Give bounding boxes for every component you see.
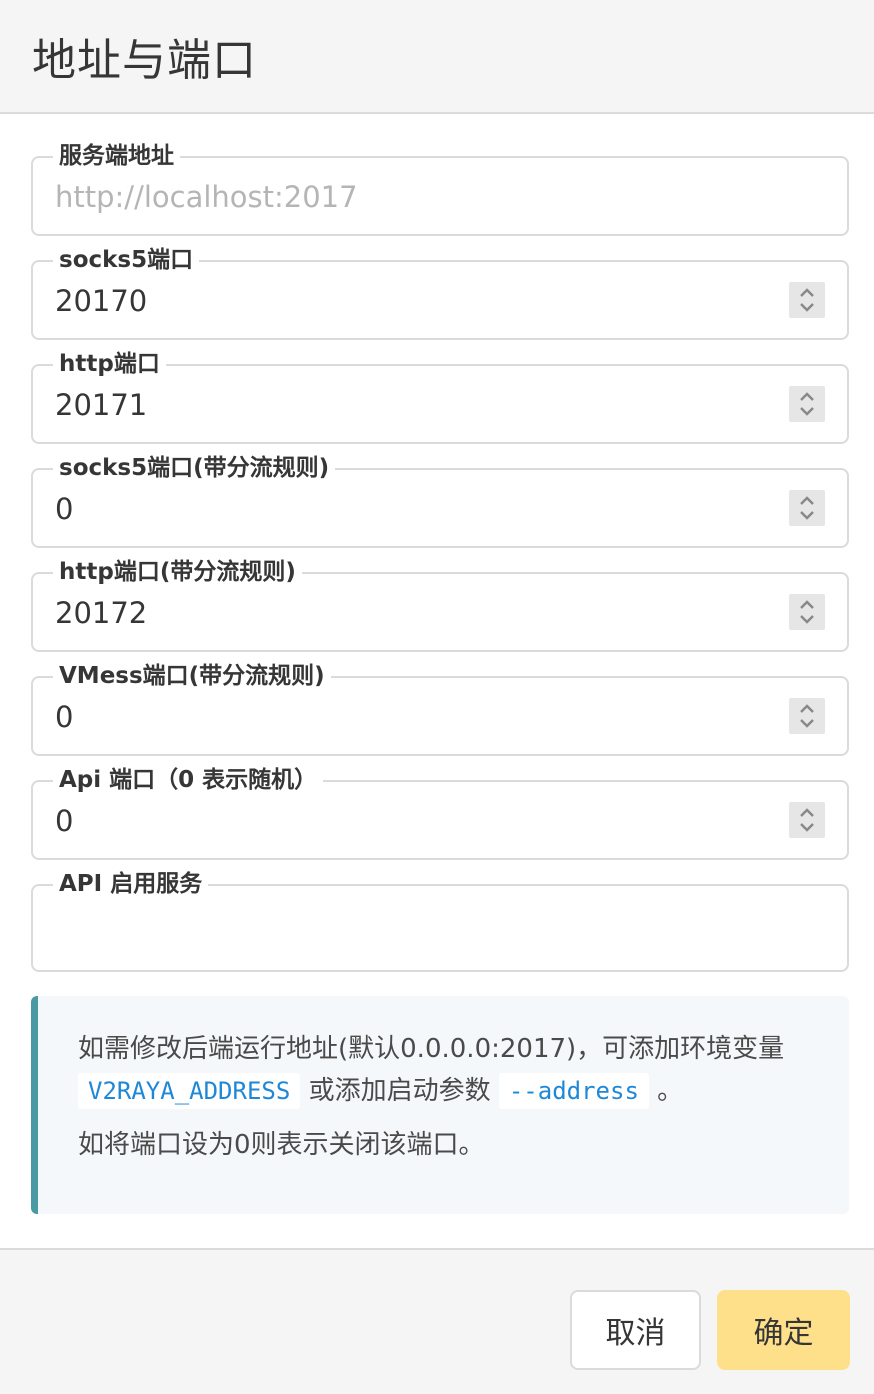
notice-paragraph-1: 如需修改后端运行地址(默认0.0.0.0:2017)，可添加环境变量 V2RAY… xyxy=(78,1028,819,1112)
chevron-up-down-icon[interactable] xyxy=(789,282,825,318)
info-notice: 如需修改后端运行地址(默认0.0.0.0:2017)，可添加环境变量 V2RAY… xyxy=(31,996,849,1214)
http-routing-port-input[interactable]: 20172 xyxy=(55,574,147,650)
dialog-footer: 取消 确定 xyxy=(0,1248,874,1394)
socks5-routing-port-field[interactable]: socks5端口(带分流规则) 0 xyxy=(31,451,849,548)
vmess-routing-port-label: VMess端口(带分流规则) xyxy=(53,659,331,693)
notice-text-end: 。 xyxy=(657,1076,684,1106)
vmess-routing-port-input[interactable]: 0 xyxy=(55,678,73,754)
cli-arg-code: --address xyxy=(498,1073,649,1109)
env-var-code: V2RAYA_ADDRESS xyxy=(78,1073,301,1109)
chevron-up-down-icon[interactable] xyxy=(789,490,825,526)
notice-text: 如需修改后端运行地址(默认0.0.0.0:2017)，可添加环境变量 xyxy=(78,1034,785,1064)
cancel-button[interactable]: 取消 xyxy=(570,1290,701,1370)
server-address-input[interactable]: http://localhost:2017 xyxy=(55,158,358,234)
dialog-body: 服务端地址 http://localhost:2017 socks5端口 201… xyxy=(0,116,874,1248)
dialog-header: 地址与端口 xyxy=(0,0,874,114)
socks5-routing-port-label: socks5端口(带分流规则) xyxy=(53,451,336,485)
confirm-button[interactable]: 确定 xyxy=(717,1290,850,1370)
http-port-field[interactable]: http端口 20171 xyxy=(31,347,849,444)
api-services-label: API 启用服务 xyxy=(53,867,209,901)
api-services-field[interactable]: API 启用服务 xyxy=(31,867,849,972)
api-port-input[interactable]: 0 xyxy=(55,782,73,858)
api-port-field[interactable]: Api 端口（0 表示随机） 0 xyxy=(31,763,849,860)
notice-paragraph-2: 如将端口设为0则表示关闭该端口。 xyxy=(78,1130,485,1160)
socks5-port-field[interactable]: socks5端口 20170 xyxy=(31,243,849,340)
api-port-label: Api 端口（0 表示随机） xyxy=(53,763,324,797)
chevron-up-down-icon[interactable] xyxy=(789,594,825,630)
http-routing-port-field[interactable]: http端口(带分流规则) 20172 xyxy=(31,555,849,652)
chevron-up-down-icon[interactable] xyxy=(789,386,825,422)
http-port-input[interactable]: 20171 xyxy=(55,366,147,442)
notice-text-middle: 或添加启动参数 xyxy=(308,1076,491,1106)
chevron-up-down-icon[interactable] xyxy=(789,802,825,838)
chevron-up-down-icon[interactable] xyxy=(789,698,825,734)
socks5-routing-port-input[interactable]: 0 xyxy=(55,470,73,546)
address-port-dialog: 地址与端口 服务端地址 http://localhost:2017 socks5… xyxy=(0,0,874,1394)
server-address-field[interactable]: 服务端地址 http://localhost:2017 xyxy=(31,139,849,236)
socks5-port-input[interactable]: 20170 xyxy=(55,262,147,338)
vmess-routing-port-field[interactable]: VMess端口(带分流规则) 0 xyxy=(31,659,849,756)
dialog-title: 地址与端口 xyxy=(32,35,257,86)
